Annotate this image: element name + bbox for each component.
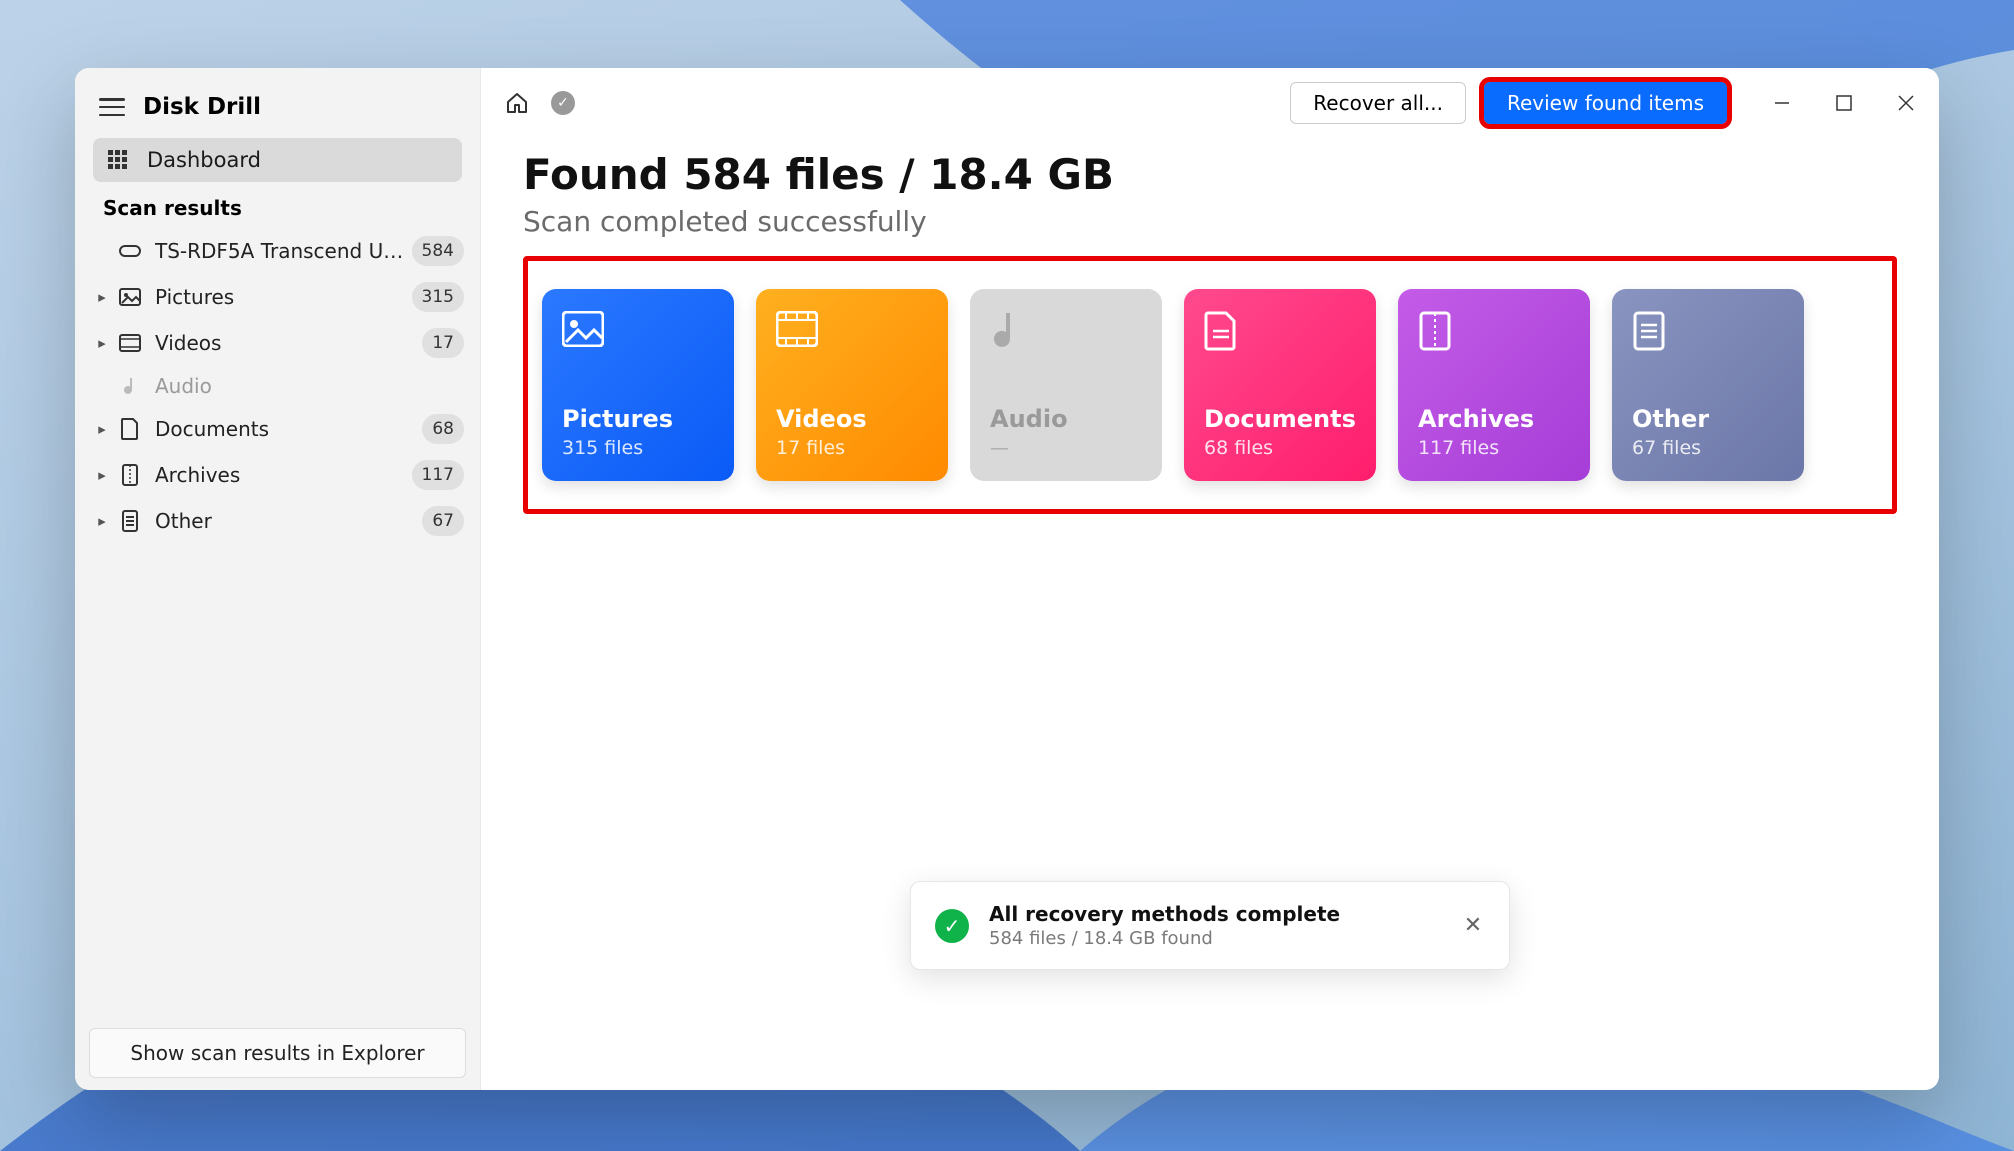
- pictures-icon: [119, 286, 141, 308]
- audio-icon: [119, 375, 141, 397]
- show-in-explorer-button[interactable]: Show scan results in Explorer: [89, 1028, 466, 1078]
- pictures-count-badge: 315: [412, 282, 464, 312]
- videos-icon: [119, 332, 141, 354]
- usb-drive-icon: [119, 240, 141, 262]
- card-pictures[interactable]: Pictures 315 files: [542, 289, 734, 481]
- grid-icon: [107, 149, 129, 171]
- chevron-right-icon: ▸: [93, 420, 111, 438]
- videos-icon: [776, 311, 928, 359]
- archives-icon: [1418, 311, 1570, 359]
- chevron-right-icon: ▸: [93, 466, 111, 484]
- chevron-right-icon: ▸: [93, 512, 111, 530]
- chevron-right-icon: ▸: [93, 288, 111, 306]
- sidebar-item-pictures[interactable]: ▸ Pictures 315: [75, 274, 480, 320]
- app-window: Disk Drill Dashboard Scan results TS-RDF…: [75, 68, 1939, 1090]
- sidebar-item-videos[interactable]: ▸ Videos 17: [75, 320, 480, 366]
- card-title: Videos: [776, 405, 928, 433]
- audio-icon: [990, 311, 1142, 359]
- documents-label: Documents: [155, 417, 414, 441]
- chevron-right-icon: ▸: [93, 334, 111, 352]
- card-other[interactable]: Other 67 files: [1612, 289, 1804, 481]
- pictures-label: Pictures: [155, 285, 404, 309]
- cards-highlight: Pictures 315 files Videos 17 files: [523, 256, 1897, 514]
- archives-label: Archives: [155, 463, 404, 487]
- minimize-icon[interactable]: [1769, 90, 1795, 116]
- app-title: Disk Drill: [143, 94, 261, 120]
- toast-title: All recovery methods complete: [989, 902, 1441, 926]
- card-title: Documents: [1204, 405, 1356, 433]
- checkmark-circle-icon[interactable]: ✓: [551, 91, 575, 115]
- completion-toast: ✓ All recovery methods complete 584 file…: [910, 881, 1510, 970]
- pictures-icon: [562, 311, 714, 359]
- main-toolbar: ✓ Recover all... Review found items: [481, 68, 1939, 138]
- device-label: TS-RDF5A Transcend US...: [155, 239, 404, 263]
- device-count-badge: 584: [412, 236, 464, 266]
- card-title: Other: [1632, 405, 1784, 433]
- card-count: —: [990, 437, 1142, 459]
- card-count: 68 files: [1204, 437, 1356, 459]
- sidebar: Disk Drill Dashboard Scan results TS-RDF…: [75, 68, 481, 1090]
- videos-count-badge: 17: [422, 328, 464, 358]
- card-count: 67 files: [1632, 437, 1784, 459]
- sidebar-item-documents[interactable]: ▸ Documents 68: [75, 406, 480, 452]
- sidebar-item-dashboard[interactable]: Dashboard: [93, 138, 462, 182]
- window-controls: [1769, 90, 1919, 116]
- card-videos[interactable]: Videos 17 files: [756, 289, 948, 481]
- documents-icon: [119, 418, 141, 440]
- review-button-highlight: Review found items: [1484, 82, 1727, 124]
- sidebar-section-label: Scan results: [75, 182, 480, 228]
- sidebar-item-audio[interactable]: Audio: [75, 366, 480, 406]
- other-icon: [1632, 311, 1784, 359]
- results-headline: Found 584 files / 18.4 GB: [523, 150, 1897, 199]
- other-label: Other: [155, 509, 414, 533]
- main-panel: ✓ Recover all... Review found items Foun…: [481, 68, 1939, 1090]
- card-title: Archives: [1418, 405, 1570, 433]
- close-icon[interactable]: ✕: [1461, 914, 1485, 938]
- documents-count-badge: 68: [422, 414, 464, 444]
- card-count: 117 files: [1418, 437, 1570, 459]
- other-icon: [119, 510, 141, 532]
- audio-label: Audio: [155, 374, 464, 398]
- dashboard-label: Dashboard: [147, 148, 261, 172]
- archives-icon: [119, 464, 141, 486]
- card-title: Audio: [990, 405, 1142, 433]
- card-archives[interactable]: Archives 117 files: [1398, 289, 1590, 481]
- sidebar-item-archives[interactable]: ▸ Archives 117: [75, 452, 480, 498]
- card-title: Pictures: [562, 405, 714, 433]
- sidebar-device-row[interactable]: TS-RDF5A Transcend US... 584: [75, 228, 480, 274]
- card-count: 315 files: [562, 437, 714, 459]
- close-icon[interactable]: [1893, 90, 1919, 116]
- card-audio: Audio —: [970, 289, 1162, 481]
- home-icon[interactable]: [501, 87, 533, 119]
- archives-count-badge: 117: [412, 460, 464, 490]
- toast-subtitle: 584 files / 18.4 GB found: [989, 928, 1441, 949]
- success-check-icon: ✓: [935, 909, 969, 943]
- hamburger-icon[interactable]: [99, 98, 125, 116]
- card-count: 17 files: [776, 437, 928, 459]
- card-documents[interactable]: Documents 68 files: [1184, 289, 1376, 481]
- results-subline: Scan completed successfully: [523, 205, 1897, 238]
- maximize-icon[interactable]: [1831, 90, 1857, 116]
- documents-icon: [1204, 311, 1356, 359]
- other-count-badge: 67: [422, 506, 464, 536]
- review-found-items-button[interactable]: Review found items: [1484, 82, 1727, 124]
- sidebar-item-other[interactable]: ▸ Other 67: [75, 498, 480, 544]
- videos-label: Videos: [155, 331, 414, 355]
- category-cards: Pictures 315 files Videos 17 files: [542, 289, 1878, 481]
- recover-all-button[interactable]: Recover all...: [1290, 82, 1466, 124]
- sidebar-header: Disk Drill: [75, 68, 480, 138]
